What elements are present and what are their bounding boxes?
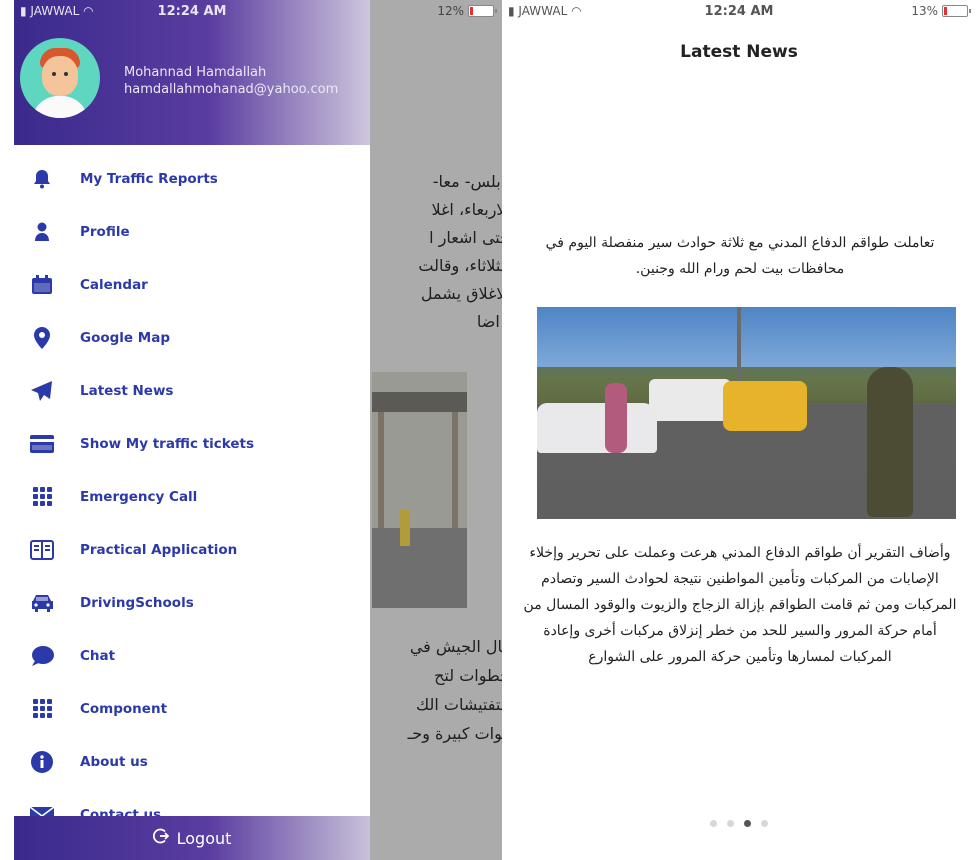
background-line: قال الجيش في <box>409 637 502 656</box>
logout-button[interactable]: Logout <box>14 816 370 860</box>
menu-item-label: Emergency Call <box>80 488 198 505</box>
avatar[interactable] <box>20 38 100 118</box>
navigation-drawer: ▮ JAWWAL ◠ 12:24 AM Mohannad Hamdallah h… <box>14 0 370 860</box>
send-icon <box>14 380 70 401</box>
page-dot-active[interactable] <box>744 820 751 827</box>
background-line: نابلس- معا- <box>432 172 502 191</box>
carrier-label: ▮ JAWWAL ◠ <box>508 4 582 18</box>
status-time: 12:24 AM <box>157 3 227 19</box>
dialpad-icon <box>14 487 70 506</box>
menu-item-label: DrivingSchools <box>80 594 194 611</box>
menu-item-label: Chat <box>80 647 116 664</box>
battery-icon <box>468 5 497 17</box>
calendar-icon <box>14 274 70 295</box>
news-paragraph-body: وأضاف التقرير أن طواقم الدفاع المدني هرع… <box>523 545 957 665</box>
credit-card-icon <box>14 434 70 453</box>
news-paragraph-intro: تعاملت طواقم الدفاع المدني مع ثلاثة حواد… <box>545 235 935 277</box>
user-name: Mohannad Hamdallah <box>124 65 267 80</box>
page-dot[interactable] <box>710 820 717 827</box>
menu-item-google-map[interactable]: Google Map <box>14 311 370 364</box>
chat-icon <box>14 645 70 667</box>
book-icon <box>14 539 70 560</box>
menu-item-calendar[interactable]: Calendar <box>14 258 370 311</box>
status-bar: ▮ JAWWAL ◠ 12:24 AM <box>14 0 370 22</box>
menu-item-component[interactable]: Component <box>14 682 370 735</box>
page-title: Latest News <box>680 42 798 62</box>
status-bar: ▮ JAWWAL ◠ 12:24 AM 13% <box>502 0 976 22</box>
menu-item-label: Component <box>80 700 168 717</box>
menu-item-label: Show My traffic tickets <box>80 435 255 452</box>
news-photo <box>537 307 956 519</box>
left-phone-screen: نابلس- معا- الاربعاء، اغلا حتى اشعار ا ا… <box>14 0 502 860</box>
drawer-header: ▮ JAWWAL ◠ 12:24 AM Mohannad Hamdallah h… <box>14 0 370 145</box>
battery-percent: 13% <box>911 4 938 18</box>
menu-item-label: Calendar <box>80 276 148 293</box>
background-article-text-top: نابلس- معا- الاربعاء، اغلا حتى اشعار ا ا… <box>370 168 502 336</box>
menu-item-label: My Traffic Reports <box>80 170 218 187</box>
person-icon <box>14 222 70 242</box>
user-email: hamdallahmohanad@yahoo.com <box>124 82 339 97</box>
menu-item-label: Profile <box>80 223 130 240</box>
menu-item-profile[interactable]: Profile <box>14 205 370 258</box>
status-time: 12:24 AM <box>704 3 774 19</box>
menu-item-my-traffic-reports[interactable]: My Traffic Reports <box>14 152 370 205</box>
right-phone-screen: ▮ JAWWAL ◠ 12:24 AM 13% Latest News تعام… <box>502 0 976 860</box>
background-line: الاغلاق يشمل <box>420 284 502 303</box>
menu-item-chat[interactable]: Chat <box>14 629 370 682</box>
background-article-text-bottom: قال الجيش في خطوات لتح التفتيشات الك قوا… <box>370 632 502 748</box>
status-bar-right-part: 12% <box>370 0 502 22</box>
menu-item-about-us[interactable]: About us <box>14 735 370 788</box>
menu-item-drivingschools[interactable]: DrivingSchools <box>14 576 370 629</box>
background-article-photo <box>372 372 467 608</box>
background-line: خطوات لتح <box>434 666 502 685</box>
background-line: الاربعاء، اغلا <box>431 200 502 219</box>
logout-label: Logout <box>176 828 232 848</box>
menu-item-emergency-call[interactable]: Emergency Call <box>14 470 370 523</box>
menu-item-label: Google Map <box>80 329 170 346</box>
background-line: حتى اشعار ا <box>429 228 502 247</box>
background-line: التفتيشات الك <box>416 695 502 714</box>
map-pin-icon <box>14 326 70 349</box>
page-indicator[interactable] <box>502 820 976 827</box>
menu-item-label: Practical Application <box>80 541 238 558</box>
battery-indicator: 12% <box>437 4 497 18</box>
menu-item-label: Latest News <box>80 382 174 399</box>
background-line: . اضا <box>476 312 502 331</box>
battery-icon <box>942 5 971 17</box>
menu-item-show-my-traffic-tickets[interactable]: Show My traffic tickets <box>14 417 370 470</box>
logout-icon <box>152 828 169 848</box>
battery-percent: 12% <box>437 4 464 18</box>
carrier-label: ▮ JAWWAL ◠ <box>20 4 94 18</box>
car-icon <box>14 594 70 612</box>
background-line: قوات كبيرة وحـ <box>407 724 502 743</box>
background-line: الثلاثاء، وقالت <box>418 256 502 275</box>
page-dot[interactable] <box>761 820 768 827</box>
info-icon <box>14 750 70 773</box>
page-dot[interactable] <box>727 820 734 827</box>
menu-item-latest-news[interactable]: Latest News <box>14 364 370 417</box>
bell-icon <box>14 169 70 189</box>
battery-indicator: 13% <box>911 4 971 18</box>
grid-icon <box>14 699 70 718</box>
drawer-menu: My Traffic Reports Profile Calendar Goog… <box>14 152 370 841</box>
menu-item-practical-application[interactable]: Practical Application <box>14 523 370 576</box>
menu-item-label: About us <box>80 753 148 770</box>
